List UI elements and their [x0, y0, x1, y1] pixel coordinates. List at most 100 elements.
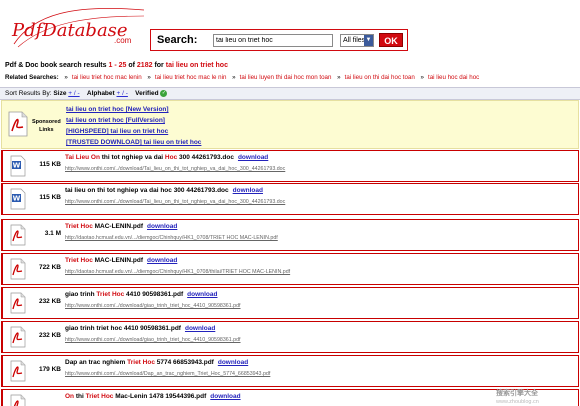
logo-text: PdfDatabase: [12, 20, 128, 41]
download-link[interactable]: download: [187, 291, 217, 298]
sponsored-link[interactable]: tai lieu on triet hoc [New Version]: [66, 104, 201, 115]
title-segment: Triet Hoc: [65, 257, 93, 264]
result-row: 232 KB giao trinh Triet Hoc 4410 90598361…: [1, 287, 579, 319]
results-total: 2182: [136, 62, 153, 69]
verified-check-icon[interactable]: ✓: [160, 89, 168, 97]
search-input[interactable]: [213, 34, 333, 47]
sort-bar: Sort Results By: Size + / - Alphabet + /…: [0, 87, 580, 100]
pdf-file-icon: [10, 360, 26, 384]
result-title: On thi Triet Hoc Mac-Lenin 1478 19544396…: [65, 393, 241, 400]
sort-alpha-toggle[interactable]: + / -: [117, 90, 128, 97]
sponsored-link[interactable]: [TRUSTED DOWNLOAD] tai lieu on triet hoc: [66, 137, 201, 148]
svg-text:W: W: [13, 195, 21, 203]
sponsored-label: Sponsored Links: [32, 119, 61, 133]
pdf-file-icon: [10, 258, 26, 282]
watermark-url: www.zhoublog.cn: [496, 399, 539, 405]
result-url[interactable]: http://daotao.hcmuaf.edu.vn/.../diemgoc/…: [65, 235, 278, 241]
title-segment: MAC-LENIN.pdf: [92, 223, 143, 230]
sponsored-links: tai lieu on triet hoc [New Version] tai …: [66, 104, 201, 148]
watermark-text: 搜索引擎大全: [496, 390, 538, 397]
results-query: tai lieu on triet hoc: [165, 62, 228, 69]
file-size: 232 KB: [38, 332, 61, 339]
related-link[interactable]: tai lieu on thi dai hoc toan: [345, 74, 415, 81]
title-segment: thi tot nghiep va dai: [99, 154, 165, 161]
file-type-selected: All files: [343, 37, 366, 44]
download-link[interactable]: download: [218, 359, 248, 366]
sort-label: Sort Results By:: [5, 90, 52, 97]
title-segment: Tai Lieu On: [65, 154, 100, 161]
result-title: giao trinh triet hoc 4410 90598361.pdf do…: [65, 325, 215, 332]
search-label: Search:: [157, 34, 198, 46]
related-searches: Related Searches: » tai lieu triet hoc ma…: [5, 74, 480, 81]
result-title: Triet Hoc MAC-LENIN.pdf download: [65, 223, 177, 230]
result-row: 722 KB Triet Hoc MAC-LENIN.pdf download htt…: [1, 253, 579, 285]
title-segment: Triet Hoc: [65, 223, 93, 230]
sort-verified-label[interactable]: Verified: [135, 90, 158, 97]
sponsored-link[interactable]: [HIGHSPEED] tai lieu on triet hoc: [66, 126, 201, 137]
result-url[interactable]: http://www.onthi.com/../download/Tai_lie…: [65, 199, 285, 205]
file-type-select[interactable]: All files ▼: [340, 34, 374, 47]
pdf-file-icon: [10, 326, 26, 350]
watermark: 搜索引擎大全 www.zhoublog.cn: [496, 388, 539, 405]
svg-text:W: W: [13, 162, 21, 170]
result-url[interactable]: http://www.onthi.com/../download/Tai_lie…: [65, 166, 285, 172]
results-prefix: Pdf & Doc book search results: [5, 62, 107, 69]
download-link[interactable]: download: [210, 393, 240, 400]
download-link[interactable]: download: [147, 223, 177, 230]
title-segment: On: [65, 393, 75, 400]
title-segment: Triet Hoc: [127, 359, 155, 366]
search-box: Search: All files ▼ OK: [150, 29, 408, 51]
download-link[interactable]: download: [238, 154, 268, 161]
pdf-file-icon: [8, 111, 28, 139]
result-url[interactable]: http://www.onthi.com/../download/giao_tr…: [65, 337, 241, 343]
title-segment: giao trinh triet hoc 4410 90598361.pdf: [65, 325, 181, 332]
related-link[interactable]: tai lieu triet hoc mac lenin: [72, 74, 142, 81]
sort-size-toggle[interactable]: + / -: [68, 90, 79, 97]
pdf-file-icon: [10, 394, 26, 406]
download-link[interactable]: download: [185, 325, 215, 332]
file-size: 115 KB: [39, 161, 61, 168]
result-url[interactable]: http://www.onthi.com/../download/giao_tr…: [65, 303, 241, 309]
pdf-file-icon: [10, 224, 26, 248]
file-size: 722 KB: [38, 264, 61, 271]
result-title: Tai Lieu On thi tot nghiep va dai Hoc 30…: [65, 154, 268, 161]
title-segment: Mac-Lenin 1478 19544396.pdf: [113, 393, 207, 400]
related-link[interactable]: tai lieu triet hoc mac le nin: [155, 74, 227, 81]
word-file-icon: W: [10, 155, 26, 179]
related-link[interactable]: tai lieu hoc dai hoc: [428, 74, 479, 81]
file-size: 115 KB: [39, 194, 61, 201]
result-title: Triet Hoc MAC-LENIN.pdf download: [65, 257, 177, 264]
download-link[interactable]: download: [233, 187, 263, 194]
file-size: 232 KB: [38, 298, 61, 305]
title-segment: 5774 66853943.pdf: [154, 359, 214, 366]
pdf-file-icon: [10, 292, 26, 316]
title-segment: Triet Hoc: [85, 393, 114, 400]
result-url[interactable]: http://daotao.hcmuaf.edu.vn/.../diemgoc/…: [65, 269, 290, 275]
result-row: On thi Triet Hoc Mac-Lenin 1478 19544396…: [1, 389, 579, 406]
title-segment: Dap an trac nghiem: [65, 359, 128, 366]
sponsored-links-box: Sponsored Links tai lieu on triet hoc [N…: [1, 100, 579, 149]
result-row: 232 KB giao trinh triet hoc 4410 90598361…: [1, 321, 579, 353]
chevron-down-icon: ▼: [364, 35, 373, 46]
related-label: Related Searches:: [5, 74, 59, 81]
results-of: of: [128, 62, 135, 69]
logo-suffix: .com: [114, 36, 132, 45]
result-url[interactable]: http://www.onthi.com/../download/Dap_an_…: [65, 371, 270, 377]
title-segment: 300 44261793.doc: [177, 154, 234, 161]
title-segment: MAC-LENIN.pdf: [92, 257, 143, 264]
sponsored-link[interactable]: tai lieu on triet hoc [FullVersion]: [66, 115, 201, 126]
title-segment: tai lieu on thi tot nghiep va dai hoc 30…: [65, 187, 229, 194]
file-size: 3.1 M: [44, 230, 61, 237]
results-for: for: [154, 62, 164, 69]
related-link[interactable]: tai lieu luyen thi dai hoc mon toan: [240, 74, 332, 81]
title-segment: 4410 90598361.pdf: [124, 291, 184, 298]
result-row: W 115 KB Tai Lieu On thi tot nghiep va dai…: [1, 150, 579, 182]
title-segment: Hoc: [164, 154, 178, 161]
download-link[interactable]: download: [147, 257, 177, 264]
search-submit-button[interactable]: OK: [379, 33, 403, 47]
result-title: Dap an trac nghiem Triet Hoc 5774 668539…: [65, 359, 248, 366]
site-logo[interactable]: PdfDatabase .com: [4, 4, 150, 48]
result-row: 179 KB Dap an trac nghiem Triet Hoc 5774 …: [1, 355, 579, 387]
sort-alpha-label: Alphabet: [86, 90, 115, 97]
result-title: giao trinh Triet Hoc 4410 90598361.pdf do…: [65, 291, 217, 298]
